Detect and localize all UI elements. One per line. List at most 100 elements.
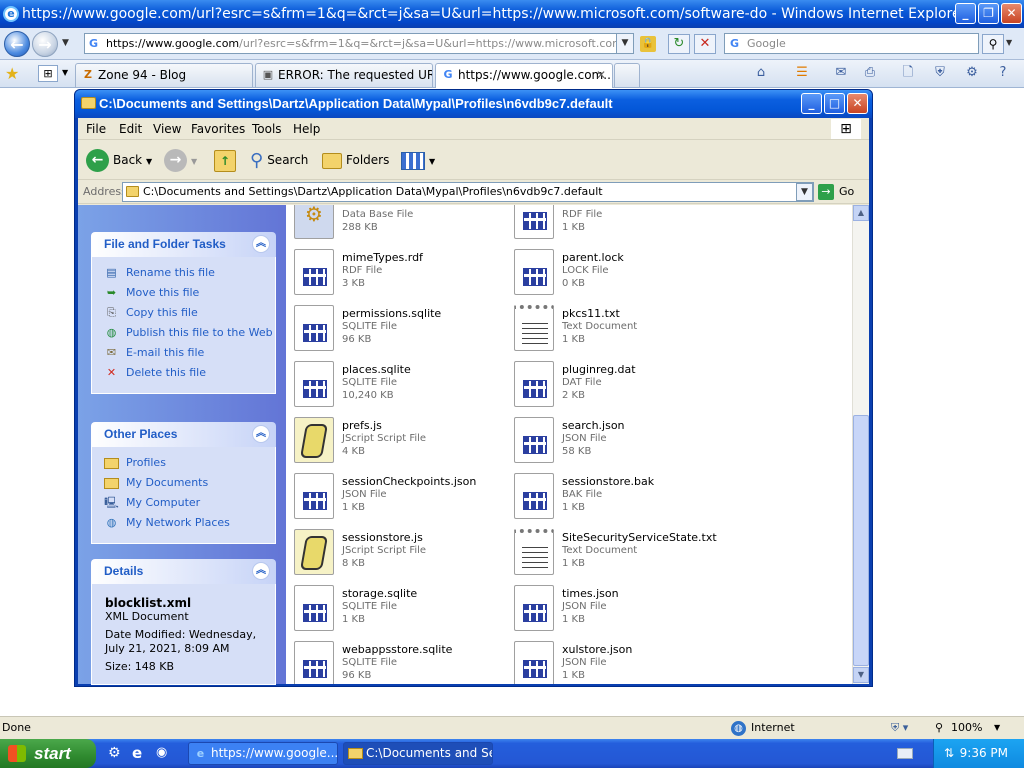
search-input[interactable]: G Google bbox=[724, 33, 979, 54]
email-file-link[interactable]: ✉ E-mail this file bbox=[104, 343, 275, 363]
file-item[interactable]: sessionstore.js JScript Script File 8 KB bbox=[294, 527, 504, 577]
file-item[interactable]: prefs.js JScript Script File 4 KB bbox=[294, 415, 504, 465]
stop-icon[interactable]: ✕ bbox=[694, 34, 716, 54]
minimize-icon[interactable]: _ bbox=[801, 93, 822, 114]
views-button[interactable]: ▼ bbox=[401, 148, 435, 172]
details-header[interactable]: Details ︽ bbox=[91, 559, 276, 584]
tab-zone94[interactable]: Z Zone 94 - Blog bbox=[75, 63, 253, 87]
menu-file[interactable]: File bbox=[86, 122, 106, 136]
menu-view[interactable]: View bbox=[153, 122, 181, 136]
search-button[interactable]: ⚲ Search bbox=[250, 148, 308, 172]
delete-file-link[interactable]: ✕ Delete this file bbox=[104, 363, 275, 383]
feeds-icon[interactable]: ☰ bbox=[792, 64, 812, 82]
tab-close-icon[interactable]: ✕ bbox=[596, 64, 606, 86]
home-icon[interactable]: ⌂ bbox=[751, 64, 771, 82]
mail-icon[interactable]: ✉ bbox=[831, 64, 851, 82]
publish-file-link[interactable]: ◍ Publish this file to the Web bbox=[104, 323, 275, 343]
back-dropdown-icon[interactable]: ▼ bbox=[146, 157, 152, 166]
tools-gear-icon[interactable]: ⚙ bbox=[962, 64, 982, 82]
go-button[interactable]: → Go bbox=[818, 183, 854, 201]
quicklaunch-settings-icon[interactable]: ⚙ bbox=[108, 745, 121, 761]
file-item[interactable]: pluginreg.dat DAT File 2 KB bbox=[514, 359, 724, 409]
forward-arrow-icon[interactable]: → bbox=[32, 31, 58, 57]
scroll-up-icon[interactable]: ▲ bbox=[853, 205, 869, 221]
menu-edit[interactable]: Edit bbox=[119, 122, 142, 136]
menu-favorites[interactable]: Favorites bbox=[191, 122, 245, 136]
place-my-documents-link[interactable]: My Documents bbox=[104, 473, 275, 493]
new-tab-button[interactable] bbox=[614, 63, 640, 87]
address-dropdown-icon[interactable]: ▼ bbox=[796, 183, 813, 201]
scroll-thumb[interactable] bbox=[853, 415, 869, 666]
tray-network-icon[interactable]: ⇅ bbox=[944, 746, 954, 760]
file-item[interactable]: pkcs11.txt Text Document 1 KB bbox=[514, 303, 724, 353]
file-item[interactable]: parent.lock LOCK File 0 KB bbox=[514, 247, 724, 297]
move-file-link[interactable]: ➥ Move this file bbox=[104, 283, 275, 303]
place-network-link[interactable]: ◍ My Network Places bbox=[104, 513, 275, 533]
taskbar-item-ie[interactable]: e https://www.google.... bbox=[188, 742, 338, 765]
rename-file-link[interactable]: ▤ Rename this file bbox=[104, 263, 275, 283]
collapse-chevron-icon[interactable]: ︽ bbox=[252, 562, 270, 580]
file-item[interactable]: places.sqlite SQLITE File 10,240 KB bbox=[294, 359, 504, 409]
menu-help[interactable]: Help bbox=[293, 122, 320, 136]
quick-tabs-icon[interactable]: ⊞ bbox=[38, 65, 58, 82]
file-item[interactable]: sessionstore.bak BAK File 1 KB bbox=[514, 471, 724, 521]
forward-button[interactable]: → ▼ bbox=[164, 148, 197, 172]
zoom-icon[interactable]: ⚲ bbox=[935, 717, 943, 739]
collapse-chevron-icon[interactable]: ︽ bbox=[252, 235, 270, 253]
keyboard-icon[interactable] bbox=[897, 748, 913, 759]
close-icon[interactable]: ✕ bbox=[1001, 3, 1022, 24]
file-item[interactable]: times.json JSON File 1 KB bbox=[514, 583, 724, 633]
file-item[interactable]: permissions.sqlite SQLITE File 96 KB bbox=[294, 303, 504, 353]
tab-error[interactable]: ▣ ERROR: The requested URL ... bbox=[255, 63, 433, 87]
file-item[interactable]: storage.sqlite SQLITE File 1 KB bbox=[294, 583, 504, 633]
collapse-chevron-icon[interactable]: ︽ bbox=[252, 425, 270, 443]
file-item[interactable]: ⚙ Data Base File 288 KB bbox=[294, 205, 504, 241]
folders-button[interactable]: Folders bbox=[322, 148, 389, 172]
file-item[interactable]: RDF File 1 KB bbox=[514, 205, 724, 241]
ie-address-input[interactable]: G https://www.google.com/url?esrc=s&frm=… bbox=[84, 33, 632, 54]
close-icon[interactable]: ✕ bbox=[847, 93, 868, 114]
history-dropdown-icon[interactable]: ▼ bbox=[62, 38, 69, 48]
file-item[interactable]: SiteSecurityServiceState.txt Text Documen… bbox=[514, 527, 724, 577]
file-item[interactable]: sessionCheckpoints.json JSON File 1 KB bbox=[294, 471, 504, 521]
other-places-header[interactable]: Other Places ︽ bbox=[91, 422, 276, 447]
quicklaunch-ie-icon[interactable]: e bbox=[132, 744, 142, 762]
vertical-scrollbar[interactable]: ▲ ▼ bbox=[852, 205, 869, 684]
place-profiles-link[interactable]: Profiles bbox=[104, 453, 275, 473]
tab-google[interactable]: G https://www.google.com... ✕ bbox=[435, 63, 613, 88]
file-tasks-header[interactable]: File and Folder Tasks ︽ bbox=[91, 232, 276, 257]
maximize-icon[interactable]: □ bbox=[824, 93, 845, 114]
menu-tools[interactable]: Tools bbox=[252, 122, 282, 136]
explorer-address-input[interactable]: C:\Documents and Settings\Dartz\Applicat… bbox=[122, 182, 814, 202]
clock[interactable]: 9:36 PM bbox=[960, 746, 1008, 760]
print-icon[interactable]: ⎙ bbox=[860, 64, 880, 82]
quicklaunch-media-icon[interactable]: ◉ bbox=[156, 745, 167, 760]
file-item[interactable]: xulstore.json JSON File 1 KB bbox=[514, 639, 724, 684]
favorites-star-icon[interactable]: ★ bbox=[5, 64, 19, 83]
place-my-computer-link[interactable]: 🖳 My Computer bbox=[104, 493, 275, 513]
copy-file-link[interactable]: ⎘ Copy this file bbox=[104, 303, 275, 323]
safety-icon[interactable]: ⛨ bbox=[930, 64, 950, 82]
help-icon[interactable]: ? bbox=[993, 64, 1013, 82]
restore-icon[interactable]: ❐ bbox=[978, 3, 999, 24]
start-button[interactable]: start bbox=[0, 739, 96, 768]
file-item[interactable]: mimeTypes.rdf RDF File 3 KB bbox=[294, 247, 504, 297]
page-icon[interactable]: 🗋 bbox=[898, 64, 918, 82]
minimize-icon[interactable]: _ bbox=[955, 3, 976, 24]
scroll-down-icon[interactable]: ▼ bbox=[853, 667, 869, 683]
back-arrow-icon[interactable]: ← bbox=[4, 31, 30, 57]
address-dropdown-icon[interactable]: ▼ bbox=[616, 33, 634, 54]
lock-icon[interactable]: 🔒 bbox=[640, 36, 656, 52]
back-button[interactable]: ← Back ▼ bbox=[86, 148, 152, 172]
file-item[interactable]: webappsstore.sqlite SQLITE File 96 KB bbox=[294, 639, 504, 684]
up-button[interactable]: ↑ bbox=[214, 148, 240, 172]
taskbar-item-explorer[interactable]: C:\Documents and Se... bbox=[343, 742, 493, 765]
refresh-icon[interactable]: ↻ bbox=[668, 34, 690, 54]
zoom-level[interactable]: 100% bbox=[951, 717, 982, 739]
search-options-icon[interactable]: ▼ bbox=[1006, 38, 1012, 47]
file-item[interactable]: search.json JSON File 58 KB bbox=[514, 415, 724, 465]
search-icon[interactable]: ⚲ bbox=[982, 34, 1004, 54]
protected-mode-icon[interactable]: ⛨ ▾ bbox=[891, 717, 908, 739]
zoom-dropdown-icon[interactable]: ▼ bbox=[994, 717, 1000, 739]
tab-list-icon[interactable]: ▼ bbox=[62, 68, 68, 77]
